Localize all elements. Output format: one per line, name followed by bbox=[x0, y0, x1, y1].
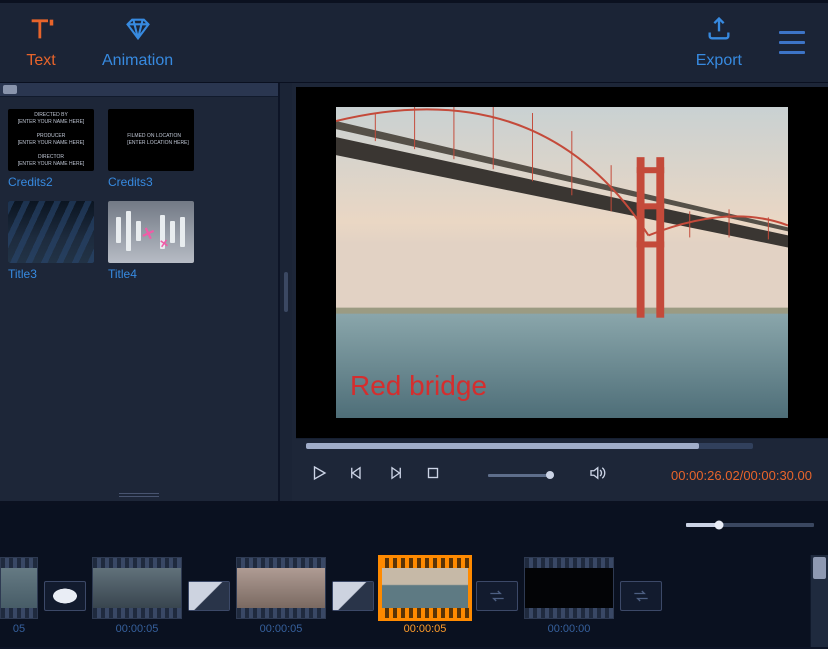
diamond-icon bbox=[124, 15, 152, 48]
template-label: Title4 bbox=[108, 267, 194, 281]
volume-slider[interactable] bbox=[488, 474, 554, 477]
stop-button[interactable] bbox=[424, 464, 442, 487]
template-thumb: DIRECTED BY[ENTER YOUR NAME HERE]PRODUCE… bbox=[8, 109, 94, 171]
prev-frame-button[interactable] bbox=[348, 464, 366, 487]
middle-area: DIRECTED BY[ENTER YOUR NAME HERE]PRODUCE… bbox=[0, 83, 828, 501]
credits-thumb-text: DIRECTED BY[ENTER YOUR NAME HERE]PRODUCE… bbox=[18, 112, 85, 168]
timeline-clip[interactable]: 05 bbox=[0, 557, 38, 635]
export-button[interactable]: Export bbox=[684, 9, 754, 76]
template-credits2[interactable]: DIRECTED BY[ENTER YOUR NAME HERE]PRODUCE… bbox=[8, 109, 94, 189]
template-title4[interactable]: × × Title4 bbox=[108, 201, 194, 281]
template-thumb bbox=[8, 201, 94, 263]
text-icon bbox=[27, 15, 55, 48]
timeline-clip-selected[interactable]: 00:00:05 bbox=[380, 557, 470, 635]
text-tool-button[interactable]: Text bbox=[6, 9, 76, 76]
transition-slot[interactable] bbox=[182, 557, 236, 635]
transition-slot[interactable] bbox=[614, 557, 668, 635]
preview-viewport[interactable]: Red bridge bbox=[296, 87, 828, 439]
text-tool-label: Text bbox=[26, 52, 55, 70]
timecode-display: 00:00:26.02/00:00:30.00 bbox=[671, 468, 812, 483]
volume-icon[interactable] bbox=[588, 464, 606, 487]
timeline: 05 00:00:05 00:00:05 00:00:05 bbox=[0, 505, 828, 647]
clip-duration: 00:00:05 bbox=[404, 623, 447, 635]
transition-oval-icon bbox=[44, 581, 86, 611]
panel-header-strip bbox=[0, 83, 278, 97]
templates-panel: DIRECTED BY[ENTER YOUR NAME HERE]PRODUCE… bbox=[0, 83, 280, 501]
timecode-current: 00:00:26.02 bbox=[671, 468, 740, 483]
template-title3[interactable]: Title3 bbox=[8, 201, 94, 281]
transition-swap-icon bbox=[476, 581, 518, 611]
menu-button[interactable] bbox=[768, 19, 816, 67]
transition-slot[interactable] bbox=[326, 557, 380, 635]
timeline-clip[interactable]: 00:00:05 bbox=[236, 557, 326, 635]
play-button[interactable] bbox=[310, 464, 328, 487]
panel-resize-handle[interactable] bbox=[119, 493, 159, 497]
playback-controls: 00:00:26.02/00:00:30.00 bbox=[292, 449, 828, 501]
clip-duration: 00:00:05 bbox=[116, 623, 159, 635]
template-label: Credits2 bbox=[8, 175, 94, 189]
template-grid: DIRECTED BY[ENTER YOUR NAME HERE]PRODUCE… bbox=[0, 97, 278, 293]
transition-slot[interactable] bbox=[470, 557, 524, 635]
transition-diag-icon bbox=[332, 581, 374, 611]
progress-bar-wrap bbox=[292, 439, 828, 449]
export-label: Export bbox=[696, 52, 742, 70]
animation-tool-label: Animation bbox=[102, 52, 173, 70]
clip-duration: 05 bbox=[13, 623, 25, 635]
timeline-clip[interactable]: 00:00:00 bbox=[524, 557, 614, 635]
template-credits3[interactable]: FILMED ON LOCATION[ENTER LOCATION HERE] … bbox=[108, 109, 194, 189]
timeline-clip[interactable]: 00:00:05 bbox=[92, 557, 182, 635]
animation-tool-button[interactable]: Animation bbox=[90, 9, 185, 76]
credits-thumb-text: FILMED ON LOCATION[ENTER LOCATION HERE] bbox=[113, 133, 189, 147]
template-thumb: × × bbox=[108, 201, 194, 263]
preview-panel: Red bridge bbox=[292, 83, 828, 501]
export-icon bbox=[705, 15, 733, 48]
timecode-total: 00:00:30.00 bbox=[743, 468, 812, 483]
clip-strip[interactable]: 05 00:00:05 00:00:05 00:00:05 bbox=[0, 557, 810, 647]
clip-duration: 00:00:00 bbox=[548, 623, 591, 635]
panel-handle-icon[interactable] bbox=[3, 85, 17, 94]
template-label: Title3 bbox=[8, 267, 94, 281]
transition-swap-icon bbox=[620, 581, 662, 611]
main-toolbar: Text Animation Export bbox=[0, 3, 828, 83]
preview-text-overlay: Red bridge bbox=[350, 370, 487, 402]
timeline-scrollbar[interactable] bbox=[810, 555, 828, 647]
transition-slot[interactable] bbox=[38, 557, 92, 635]
preview-frame: Red bridge bbox=[336, 107, 788, 418]
timeline-zoom-slider[interactable] bbox=[686, 523, 814, 527]
template-thumb: FILMED ON LOCATION[ENTER LOCATION HERE] bbox=[108, 109, 194, 171]
next-frame-button[interactable] bbox=[386, 464, 404, 487]
clip-duration: 00:00:05 bbox=[260, 623, 303, 635]
vertical-splitter[interactable] bbox=[280, 83, 292, 501]
transition-diag-icon bbox=[188, 581, 230, 611]
progress-bar[interactable] bbox=[306, 443, 753, 449]
template-label: Credits3 bbox=[108, 175, 194, 189]
